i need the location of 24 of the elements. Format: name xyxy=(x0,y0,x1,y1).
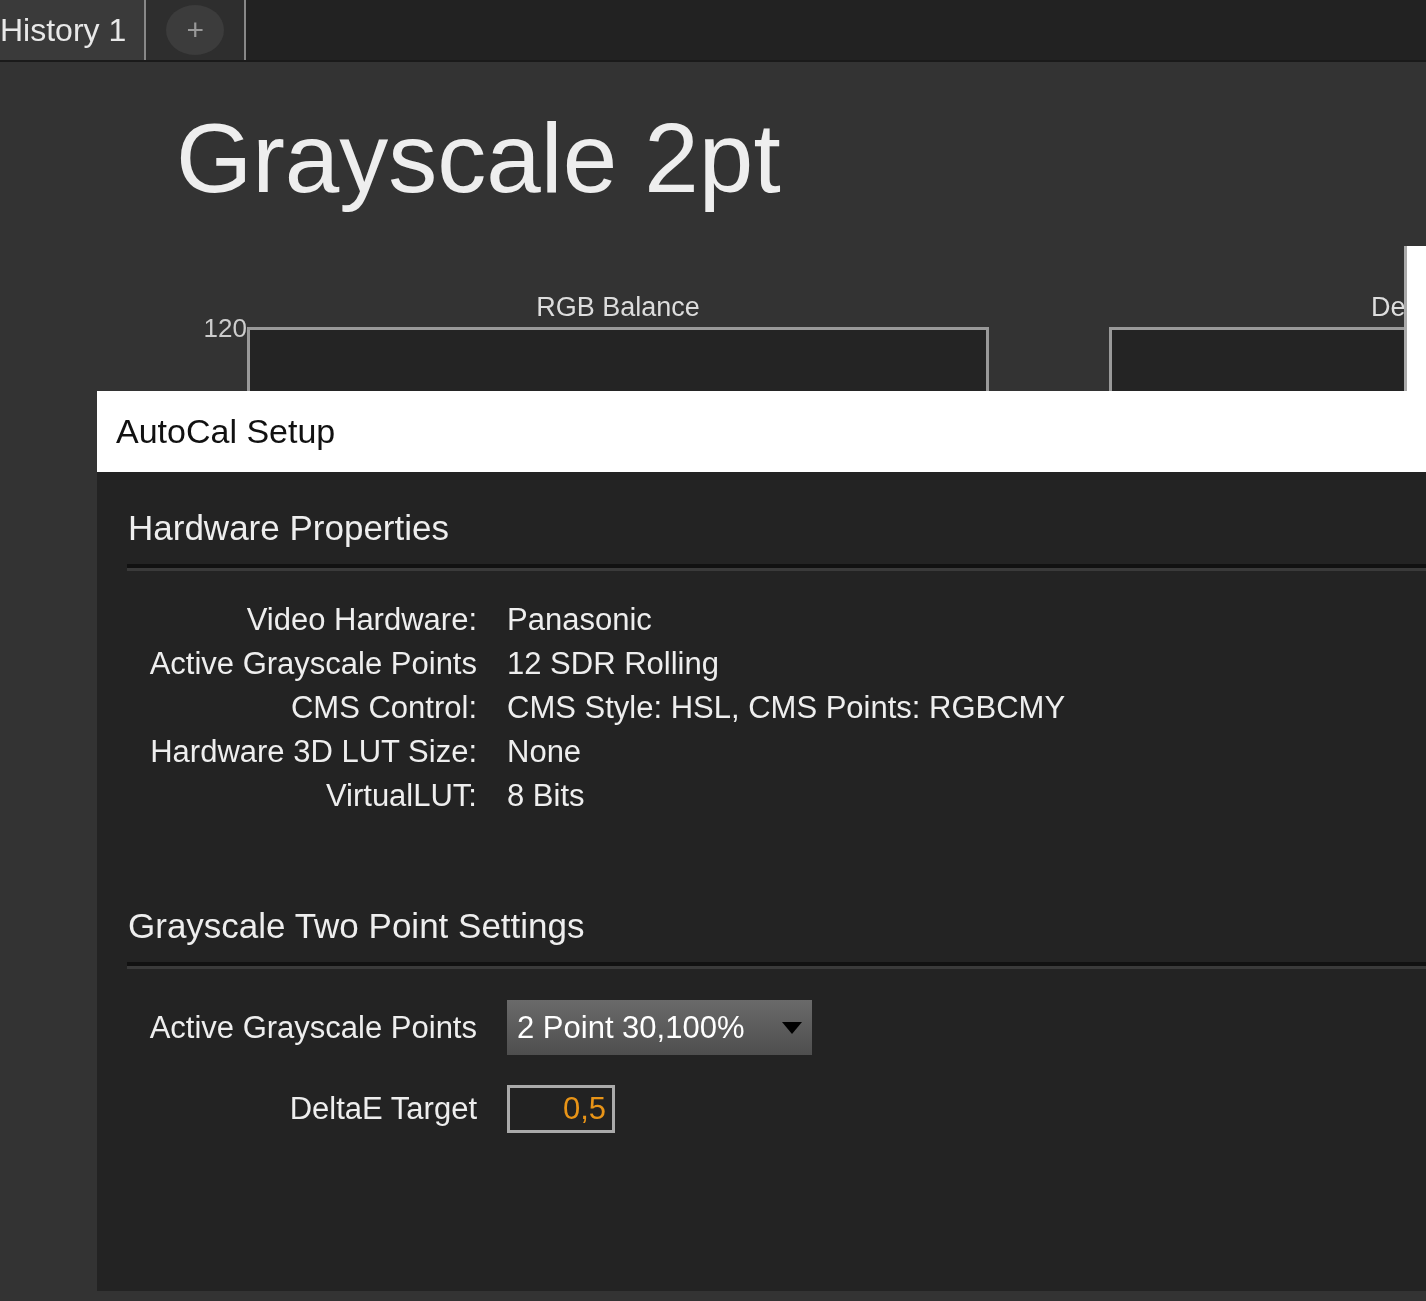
field-label: Video Hardware: xyxy=(245,602,477,638)
field-label: Hardware 3D LUT Size: xyxy=(149,734,477,770)
section-heading: Hardware Properties xyxy=(127,488,1426,568)
property-value: CMS Style: HSL, CMS Points: RGBCMY xyxy=(507,690,1066,726)
property-value: Panasonic xyxy=(507,602,653,638)
deltae-input[interactable]: 0,5 xyxy=(507,1085,615,1133)
chart-title: De xyxy=(1371,291,1406,323)
property-value: 12 SDR Rolling xyxy=(507,646,720,682)
axis-label: 120 xyxy=(202,312,247,344)
dialog-title: AutoCal Setup xyxy=(97,391,1426,472)
field-label: DeltaE Target xyxy=(288,1091,477,1127)
field-label: CMS Control: xyxy=(289,690,477,726)
page-title: Grayscale 2pt xyxy=(176,102,782,215)
caret-icon xyxy=(782,1021,802,1034)
section-heading: Grayscale Two Point Settings xyxy=(127,886,1426,966)
points-dropdown[interactable]: 2 Point 30,100% xyxy=(507,1000,812,1055)
property-value: 8 Bits xyxy=(507,778,586,814)
chart-title: RGB Balance xyxy=(536,291,700,323)
field-label: Active Grayscale Points xyxy=(148,646,477,682)
history-tab[interactable]: History 1 xyxy=(0,0,147,60)
field-label: VirtualLUT: xyxy=(324,778,477,814)
add-tab-button[interactable]: + xyxy=(166,5,225,55)
field-label: Active Grayscale Points xyxy=(148,1009,477,1046)
property-value: None xyxy=(507,734,583,770)
